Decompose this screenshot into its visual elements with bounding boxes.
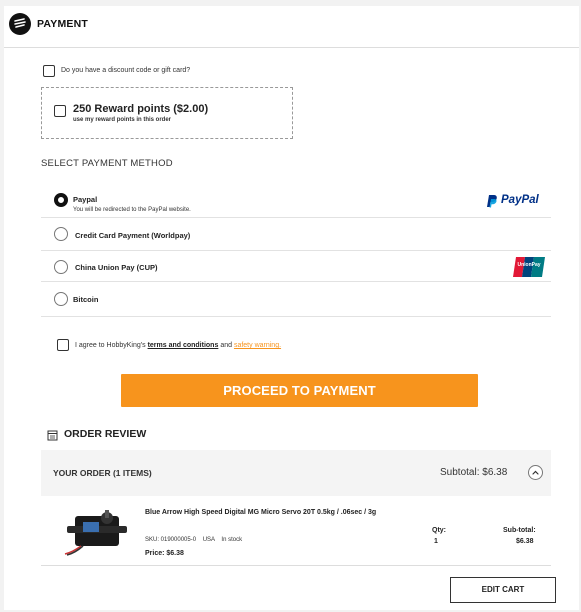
divider xyxy=(41,281,551,282)
unionpay-logo-text: UnionPay xyxy=(517,262,541,268)
paypal-label[interactable]: Paypal xyxy=(73,195,97,204)
item-subtotal-value: $6.38 xyxy=(516,538,534,545)
payment-method-title: SELECT PAYMENT METHOD xyxy=(41,158,173,169)
paypal-note: You will be redirected to the PayPal web… xyxy=(73,207,191,213)
your-order-label: YOUR ORDER (1 ITEMS) xyxy=(53,468,152,478)
bitcoin-label[interactable]: Bitcoin xyxy=(73,295,98,304)
agree-terms-checkbox[interactable] xyxy=(57,339,69,351)
payment-header: PAYMENT xyxy=(4,6,579,48)
unionpay-label[interactable]: China Union Pay (CUP) xyxy=(75,263,158,272)
unionpay-radio[interactable] xyxy=(54,260,68,274)
product-stock: In stock xyxy=(221,537,243,543)
product-sku-line: SKU: 019000005-0 USA In stock xyxy=(145,537,242,543)
credit-card-radio[interactable] xyxy=(54,227,68,241)
discount-label: Do you have a discount code or gift card… xyxy=(61,67,191,74)
reward-points-checkbox[interactable] xyxy=(54,105,66,117)
edit-cart-button[interactable]: EDIT CART xyxy=(450,577,556,603)
agree-terms-text: I agree to HobbyKing's terms and conditi… xyxy=(75,342,281,349)
item-subtotal-label: Sub-total: xyxy=(503,527,536,534)
agree-middle: and xyxy=(220,342,232,349)
paypal-radio[interactable] xyxy=(54,193,68,207)
qty-value: 1 xyxy=(434,538,438,545)
order-subtotal: Subtotal: $6.38 xyxy=(440,467,508,478)
paypal-p-icon xyxy=(487,195,497,208)
paypal-logo-text: PayPal xyxy=(501,194,539,206)
bitcoin-radio[interactable] xyxy=(54,292,68,306)
divider xyxy=(41,250,551,251)
chevron-up-icon[interactable] xyxy=(528,465,543,480)
divider xyxy=(41,217,551,218)
payment-step-icon xyxy=(9,13,31,35)
proceed-to-payment-button[interactable]: PROCEED TO PAYMENT xyxy=(121,374,478,407)
payment-panel: PAYMENT Do you have a discount code or g… xyxy=(4,6,579,610)
discount-checkbox[interactable] xyxy=(43,65,55,77)
page-title: PAYMENT xyxy=(37,18,88,30)
order-summary-header[interactable]: YOUR ORDER (1 ITEMS) Subtotal: $6.38 xyxy=(41,450,551,496)
product-name[interactable]: Blue Arrow High Speed Digital MG Micro S… xyxy=(145,509,395,518)
product-price: Price: $6.38 xyxy=(145,550,184,557)
product-warehouse: USA xyxy=(202,537,215,543)
safety-warning-link[interactable]: safety warning. xyxy=(234,342,281,349)
order-item-row: Blue Arrow High Speed Digital MG Micro S… xyxy=(41,496,551,566)
reward-points-box: 250 Reward points ($2.00) use my reward … xyxy=(41,87,293,139)
order-review-icon xyxy=(47,428,58,441)
qty-label: Qty: xyxy=(432,527,446,534)
agree-prefix: I agree to HobbyKing's xyxy=(75,342,146,349)
product-sku: SKU: 019000005-0 xyxy=(145,537,197,543)
credit-card-label[interactable]: Credit Card Payment (Worldpay) xyxy=(75,231,190,240)
divider xyxy=(41,316,551,317)
reward-points-sub: use my reward points in this order xyxy=(73,117,172,123)
order-review-title: ORDER REVIEW xyxy=(64,428,147,440)
reward-points-label: 250 Reward points ($2.00) xyxy=(73,103,209,115)
product-image xyxy=(61,508,133,556)
terms-link[interactable]: terms and conditions xyxy=(148,342,219,349)
paypal-logo: PayPal xyxy=(485,194,545,208)
unionpay-logo: UnionPay xyxy=(513,257,545,277)
